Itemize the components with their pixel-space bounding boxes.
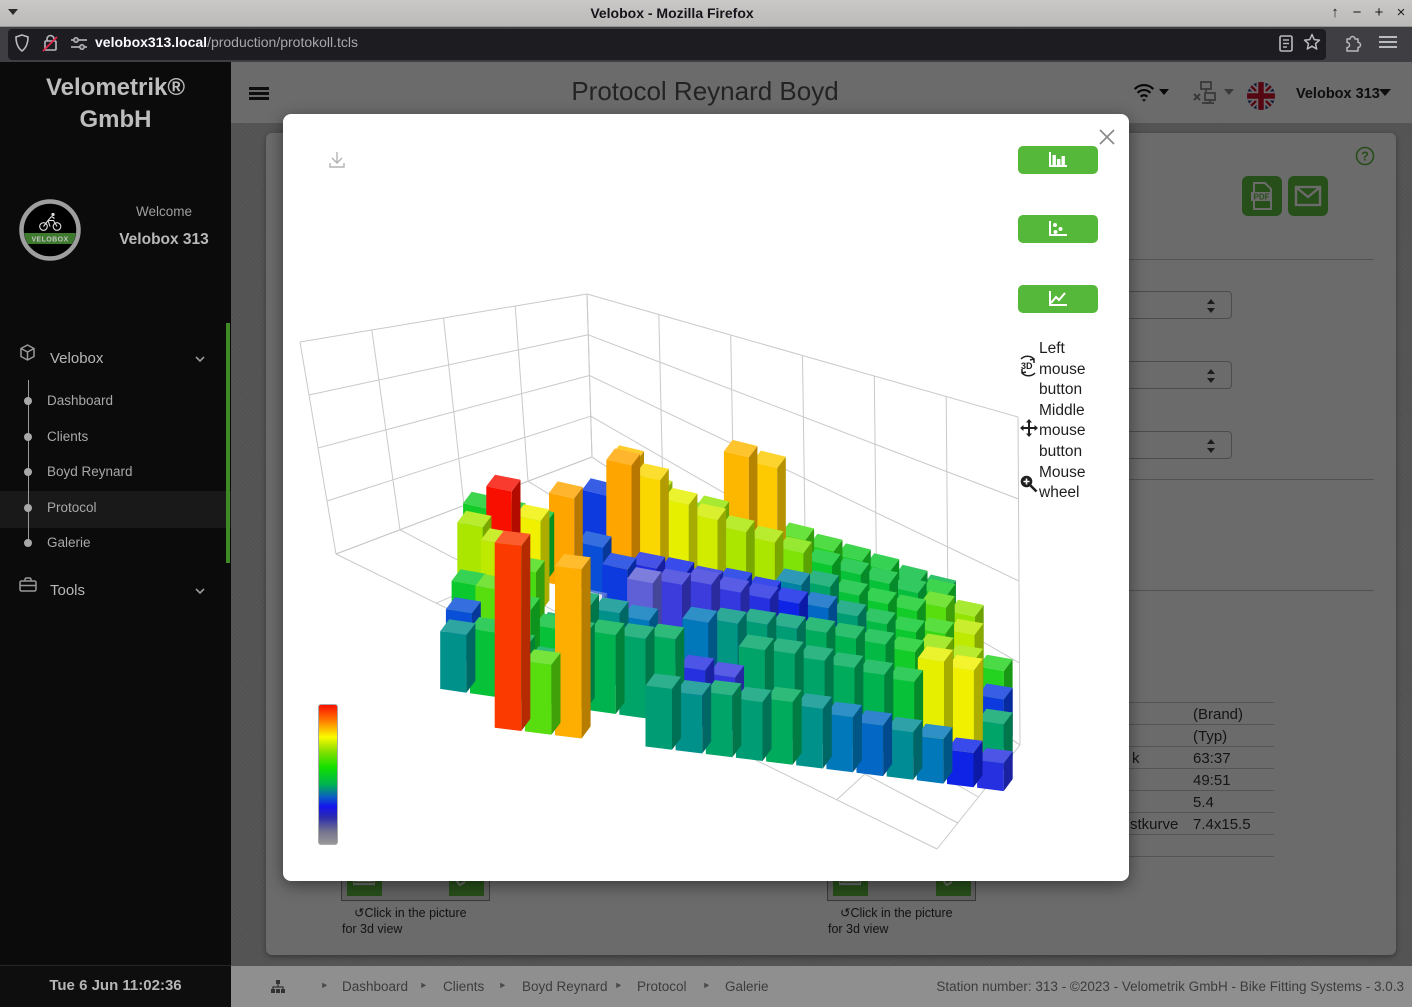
- svg-text:VELOBOX: VELOBOX: [31, 237, 68, 244]
- svg-text:3D: 3D: [1021, 361, 1033, 371]
